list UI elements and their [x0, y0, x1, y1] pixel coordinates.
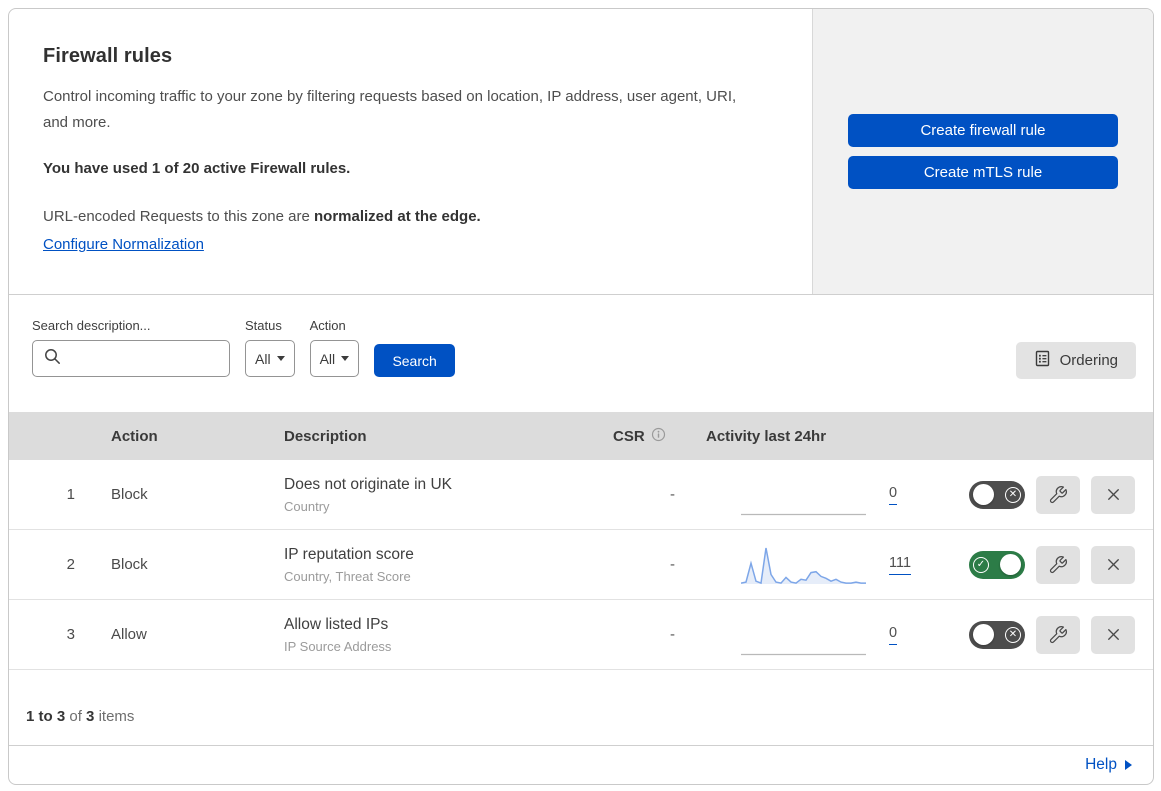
- create-mtls-rule-button[interactable]: Create mTLS rule: [848, 156, 1118, 189]
- rule-action: Allow: [111, 626, 147, 643]
- toggle-knob: [973, 484, 994, 505]
- wrench-icon: [1049, 555, 1067, 573]
- activity-sparkline: [741, 474, 866, 516]
- close-icon: [1107, 559, 1119, 570]
- rule-description: Allow listed IPs: [284, 615, 389, 633]
- rule-fields: Country, Threat Score: [284, 568, 411, 584]
- column-header-action: Action: [111, 427, 158, 445]
- rule-fields: Country: [284, 498, 330, 514]
- toggle-knob: [1000, 554, 1021, 575]
- search-button[interactable]: Search: [374, 344, 456, 377]
- rule-fields: IP Source Address: [284, 638, 392, 654]
- rule-description: Does not originate in UK: [284, 475, 453, 493]
- page-description: Control incoming traffic to your zone by…: [43, 88, 737, 132]
- ordering-button[interactable]: Ordering: [1015, 342, 1136, 379]
- status-label: Status: [245, 318, 282, 333]
- help-footer: Help: [9, 745, 1153, 784]
- chevron-down-icon: [341, 356, 350, 361]
- configure-normalization-link[interactable]: Configure Normalization: [43, 231, 204, 258]
- activity-count-link[interactable]: 111: [889, 555, 912, 575]
- search-input[interactable]: [69, 341, 250, 376]
- edit-rule-button[interactable]: [1036, 545, 1080, 584]
- toggle-state-icon: ✓: [973, 556, 989, 573]
- actions-panel: Create firewall rule Create mTLS rule: [812, 9, 1153, 294]
- action-label: Action: [309, 318, 346, 333]
- list-icon: [1034, 350, 1051, 371]
- activity-count-link[interactable]: 0: [889, 625, 898, 645]
- table-row: 2 Block IP reputation score Country, Thr…: [9, 530, 1153, 600]
- firewall-rules-card: Firewall rules Control incoming traffic …: [8, 8, 1154, 785]
- column-header-description: Description: [284, 427, 367, 445]
- column-header-csr: CSR: [591, 427, 691, 446]
- toggle-state-icon: ✕: [1005, 626, 1021, 643]
- create-firewall-rule-button[interactable]: Create firewall rule: [848, 114, 1118, 147]
- rule-priority: 2: [66, 556, 75, 573]
- rule-action: Block: [111, 486, 148, 503]
- page-title: Firewall rules: [43, 45, 173, 67]
- rule-enabled-toggle[interactable]: ✕: [969, 620, 1025, 649]
- rule-priority: 1: [66, 486, 75, 503]
- wrench-icon: [1049, 625, 1067, 643]
- toggle-state-icon: ✕: [1005, 486, 1021, 503]
- search-icon: [44, 348, 61, 370]
- pagination-summary: 1 to 3 of 3 items: [26, 708, 135, 725]
- activity-sparkline: [741, 614, 866, 656]
- search-label: Search description...: [32, 318, 151, 333]
- search-input-wrapper: [32, 340, 250, 377]
- delete-rule-button[interactable]: [1091, 475, 1135, 514]
- rule-description: IP reputation score: [284, 545, 414, 563]
- help-link[interactable]: Help: [1085, 756, 1132, 774]
- rule-csr-value: -: [670, 486, 675, 503]
- action-dropdown[interactable]: All: [309, 340, 360, 377]
- activity-sparkline: [741, 544, 866, 586]
- table-row: 3 Allow Allow listed IPs IP Source Addre…: [9, 600, 1153, 670]
- table-header: Action Description CSR Activity last 24h…: [9, 412, 1153, 460]
- activity-count-link[interactable]: 0: [889, 485, 898, 505]
- table-row: 1 Block Does not originate in UK Country…: [9, 460, 1153, 530]
- usage-summary: You have used 1 of 20 active Firewall ru…: [43, 159, 351, 177]
- delete-rule-button[interactable]: [1091, 545, 1135, 584]
- toggle-knob: [973, 624, 994, 645]
- hero-section: Firewall rules Control incoming traffic …: [9, 9, 1153, 295]
- info-icon[interactable]: [651, 427, 666, 446]
- column-header-activity: Activity last 24hr: [706, 427, 827, 445]
- edit-rule-button[interactable]: [1036, 475, 1080, 514]
- rule-priority: 3: [66, 626, 75, 643]
- close-icon: [1107, 489, 1119, 500]
- rule-enabled-toggle[interactable]: ✕: [969, 480, 1025, 509]
- delete-rule-button[interactable]: [1091, 615, 1135, 654]
- wrench-icon: [1049, 485, 1067, 503]
- status-dropdown[interactable]: All: [245, 340, 295, 377]
- rule-enabled-toggle[interactable]: ✓: [969, 550, 1025, 579]
- close-icon: [1107, 629, 1119, 640]
- rule-csr-value: -: [670, 556, 675, 573]
- rule-action: Block: [111, 556, 148, 573]
- rules-table-body: 1 Block Does not originate in UK Country…: [9, 460, 1153, 670]
- normalization-note: URL-encoded Requests to this zone are no…: [43, 203, 772, 258]
- chevron-down-icon: [276, 356, 285, 361]
- arrow-right-icon: [1125, 760, 1132, 770]
- filter-bar: Search description... Status All Action …: [9, 295, 1153, 412]
- rule-csr-value: -: [670, 626, 675, 643]
- edit-rule-button[interactable]: [1036, 615, 1080, 654]
